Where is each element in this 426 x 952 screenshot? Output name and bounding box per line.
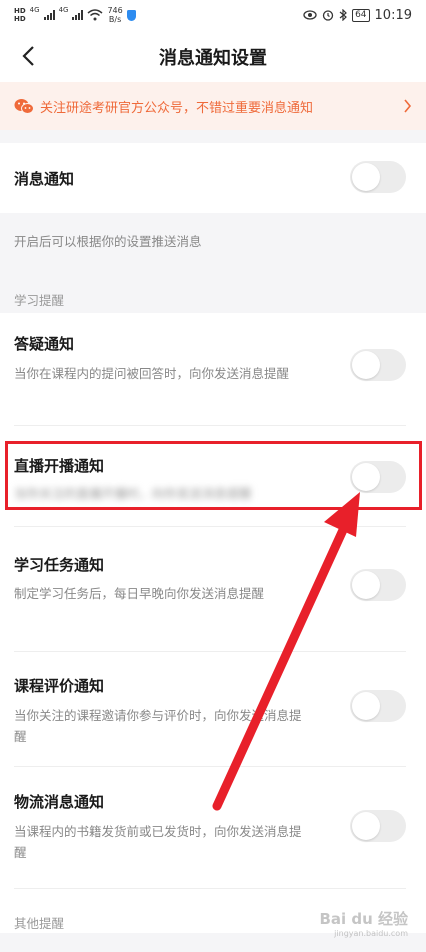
wechat-follow-banner[interactable]: 关注研途考研官方公众号，不错过重要消息通知 — [0, 82, 426, 130]
speed-value: 746 — [107, 6, 123, 15]
sim-indicators: HD HD — [14, 7, 26, 23]
study-reminder-card: 答疑通知 当你在课程内的提问被回答时，向你发送消息提醒 直播开播通知 当你关注的… — [0, 313, 426, 933]
item-desc-qa: 当你在课程内的提问被回答时，向你发送消息提醒 — [14, 366, 290, 381]
main-toggle-title: 消息通知 — [14, 170, 75, 188]
review-notification-toggle[interactable] — [350, 690, 406, 722]
bluetooth-icon — [339, 9, 347, 21]
highlight-box — [5, 441, 422, 510]
wechat-icon-wrap — [14, 98, 34, 115]
divider — [14, 651, 406, 652]
divider — [14, 888, 406, 889]
wechat-icon — [14, 98, 34, 114]
main-toggle-card: 消息通知 — [0, 143, 426, 213]
item-title-logistics: 物流消息通知 — [14, 793, 105, 811]
item-title-task: 学习任务通知 — [14, 556, 105, 574]
eye-icon — [303, 10, 317, 20]
toggle-knob — [352, 163, 380, 191]
item-title-qa: 答疑通知 — [14, 335, 75, 353]
toggle-knob — [352, 812, 380, 840]
shield-icon — [126, 9, 136, 21]
section-label-other: 其他提醒 — [14, 916, 65, 931]
divider — [14, 526, 406, 527]
status-right: 64 10:19 — [303, 8, 412, 23]
divider — [14, 425, 406, 426]
nav-bar: 消息通知设置 — [0, 30, 426, 82]
watermark-sub: jingyan.baidu.com — [334, 929, 408, 938]
sim2-label: HD — [14, 15, 26, 23]
item-title-review: 课程评价通知 — [14, 677, 105, 695]
signal-icon-2 — [72, 10, 84, 20]
section-label-study: 学习提醒 — [14, 293, 65, 308]
watermark-text: Bai du 经验 — [319, 910, 408, 928]
status-bar: HD HD 4G 4G 746 B/s 64 10:19 — [0, 0, 426, 30]
main-toggle-hint: 开启后可以根据你的设置推送消息 — [14, 234, 202, 249]
alarm-icon — [322, 10, 334, 21]
toggle-knob — [352, 571, 380, 599]
page-title: 消息通知设置 — [159, 48, 267, 69]
toggle-knob — [352, 692, 380, 720]
main-notification-toggle[interactable] — [350, 161, 406, 193]
item-desc-task: 制定学习任务后，每日早晚向你发送消息提醒 — [14, 586, 265, 601]
item-desc-logistics: 当课程内的书籍发货前或已发货时，向你发送消息提醒 — [14, 824, 302, 860]
signal-icon — [43, 10, 55, 20]
wifi-icon — [87, 9, 103, 21]
item-desc-review: 当你关注的课程邀请你参与评价时，向你发送消息提醒 — [14, 708, 302, 744]
task-notification-toggle[interactable] — [350, 569, 406, 601]
sim1-label: HD — [14, 7, 26, 15]
clock: 10:19 — [374, 7, 412, 23]
battery-icon: 64 — [352, 8, 370, 22]
status-left: HD HD 4G 4G 746 B/s — [14, 6, 136, 24]
logistics-notification-toggle[interactable] — [350, 810, 406, 842]
net2-label: 4G — [58, 6, 69, 14]
banner-text: 关注研途考研官方公众号，不错过重要消息通知 — [40, 100, 314, 116]
network-speed: 746 B/s — [107, 6, 122, 24]
net1-label: 4G — [29, 6, 40, 14]
toggle-knob — [352, 351, 380, 379]
chevron-right-icon — [403, 99, 412, 113]
watermark: Bai du 经验 jingyan.baidu.com — [319, 908, 408, 938]
speed-unit: B/s — [108, 15, 122, 24]
divider — [14, 766, 406, 767]
qa-notification-toggle[interactable] — [350, 349, 406, 381]
